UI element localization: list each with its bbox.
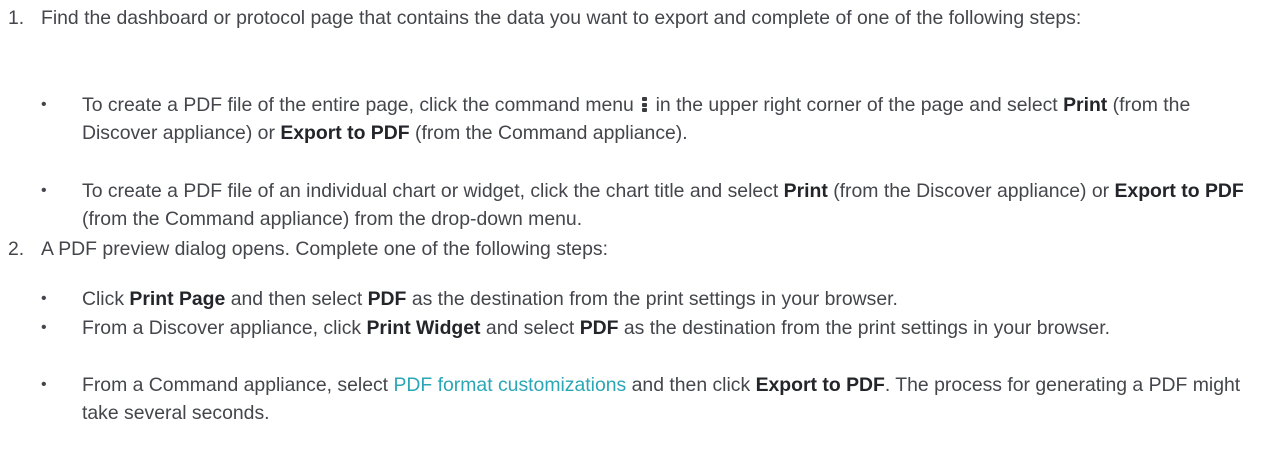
step-number: 2.: [8, 238, 25, 260]
step-text: Find the dashboard or protocol page that…: [41, 7, 1082, 29]
list-item-text: Click Print Page and then select PDF as …: [82, 288, 898, 310]
bullet-marker: •: [41, 319, 47, 336]
pdf-format-customizations-link[interactable]: PDF format customizations: [393, 374, 626, 396]
bullet-marker: •: [41, 96, 47, 113]
list-item-text: From a Command appliance, select PDF for…: [82, 374, 1241, 424]
instructions-document: 1. Find the dashboard or protocol page t…: [0, 0, 1276, 470]
step-number: 1.: [8, 7, 25, 29]
bullet-marker: •: [41, 182, 47, 199]
list-item-text: To create a PDF file of the entire page,…: [82, 94, 1191, 144]
bullet-marker: •: [41, 376, 47, 393]
kebab-menu-icon: [642, 97, 648, 112]
list-item-text: From a Discover appliance, click Print W…: [82, 317, 1110, 339]
list-item-text: To create a PDF file of an individual ch…: [82, 180, 1244, 230]
bullet-marker: •: [41, 290, 47, 307]
step-text: A PDF preview dialog opens. Complete one…: [41, 238, 608, 260]
